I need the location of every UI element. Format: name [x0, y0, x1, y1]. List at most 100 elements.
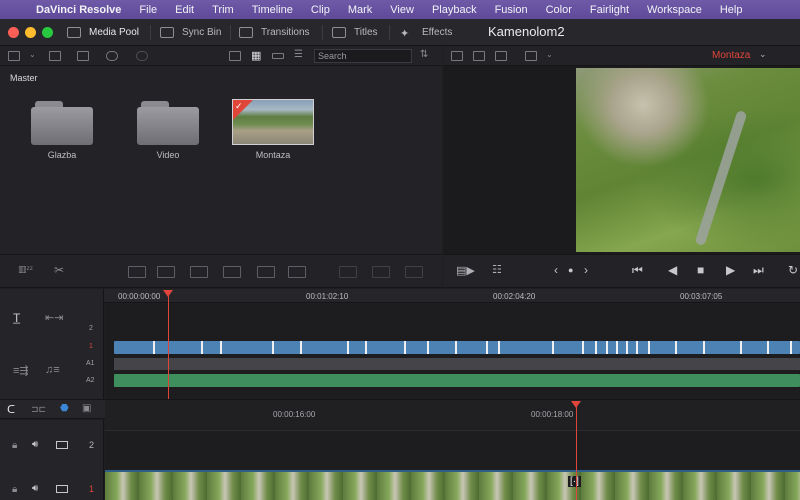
viewer-video-frame[interactable]: [576, 68, 800, 252]
loop-icon[interactable]: ↻: [788, 263, 798, 277]
previous-clip-icon[interactable]: ‹: [554, 263, 558, 277]
settings-sliders-icon[interactable]: ☷: [492, 263, 502, 276]
metadata-view-icon[interactable]: [229, 51, 241, 61]
menu-mark[interactable]: Mark: [339, 4, 381, 16]
insert-clip-icon[interactable]: [128, 266, 146, 278]
speaker-icon[interactable]: 🔊︎: [32, 439, 38, 450]
playhead-handle-icon[interactable]: [163, 290, 173, 297]
thumbnail-view-icon[interactable]: ▦: [251, 49, 261, 62]
place-on-top-icon[interactable]: [257, 266, 275, 278]
menu-color[interactable]: Color: [537, 4, 581, 16]
audio-waveform-icon[interactable]: ♫≡: [45, 364, 60, 376]
chevron-down-icon[interactable]: ⌄: [546, 50, 553, 59]
transitions-button[interactable]: Transitions: [239, 19, 310, 46]
snapping-icon[interactable]: ᑕ: [7, 403, 15, 416]
menu-edit[interactable]: Edit: [166, 4, 203, 16]
scissors-icon[interactable]: ✂: [54, 263, 64, 277]
stop-icon[interactable]: ■: [697, 263, 704, 277]
list-view-icon[interactable]: ☰: [294, 49, 303, 60]
new-bin-icon[interactable]: [49, 51, 61, 61]
track-number: A2: [86, 377, 95, 384]
next-clip-icon[interactable]: ›: [584, 263, 588, 277]
viewer-size-icon[interactable]: [525, 51, 537, 61]
sort-icon[interactable]: ⇅: [420, 49, 428, 60]
lower-track-area[interactable]: [105, 430, 800, 470]
sidebar-toggle-icon[interactable]: [8, 51, 20, 61]
video-clip-strip[interactable]: [114, 341, 800, 354]
play-icon[interactable]: ▶: [726, 263, 735, 277]
menu-timeline[interactable]: Timeline: [243, 4, 302, 16]
dot-icon[interactable]: ●: [568, 265, 573, 275]
timecode-label: 00:00:18:00: [531, 410, 574, 419]
track-video-icon[interactable]: [56, 485, 68, 493]
split-screen-icon[interactable]: [473, 51, 485, 61]
media-pool-button[interactable]: Media Pool: [67, 19, 139, 46]
effects-button[interactable]: ✦ Effects: [400, 19, 452, 46]
upper-playhead[interactable]: [168, 292, 169, 399]
fit-to-fill-icon[interactable]: [223, 266, 241, 278]
menu-help[interactable]: Help: [711, 4, 752, 16]
overwrite-clip-icon[interactable]: [157, 266, 175, 278]
timeline-selector[interactable]: Montaza: [712, 50, 750, 61]
resolve-window: DaVinci Resolve File Edit Trim Timeline …: [0, 0, 800, 500]
empty-track[interactable]: [114, 358, 800, 370]
close-window-button[interactable]: [8, 27, 19, 38]
linked-selection-icon[interactable]: ⊐⊏: [31, 404, 46, 415]
flag-icon[interactable]: ⬣: [60, 403, 69, 414]
menu-playback[interactable]: Playback: [423, 4, 486, 16]
menu-app[interactable]: DaVinci Resolve: [34, 4, 130, 16]
link-icon[interactable]: [136, 51, 148, 61]
new-timeline-icon[interactable]: [77, 51, 89, 61]
lower-playhead[interactable]: [576, 404, 577, 500]
filmstrip-view-icon[interactable]: [272, 53, 284, 59]
replace-clip-icon[interactable]: [190, 266, 208, 278]
speaker-icon[interactable]: 🔊︎: [32, 483, 38, 494]
trim-handle-icon[interactable]: [·]: [568, 476, 581, 487]
menu-fairlight[interactable]: Fairlight: [581, 4, 638, 16]
source-overwrite-icon[interactable]: [405, 266, 423, 278]
marker-icon[interactable]: ▣: [82, 403, 91, 414]
relink-icon[interactable]: [106, 51, 118, 61]
ripple-overwrite-icon[interactable]: [288, 266, 306, 278]
trim-tool-icon[interactable]: ⇤⇥: [45, 311, 63, 324]
folder-icon[interactable]: [137, 101, 199, 145]
media-item-label[interactable]: Glazba: [22, 150, 102, 160]
lower-video-clip[interactable]: [105, 470, 800, 500]
play-reverse-icon[interactable]: ◀: [668, 263, 677, 277]
menu-trim[interactable]: Trim: [203, 4, 243, 16]
viewer-mode-icon[interactable]: [495, 51, 507, 61]
timeline-thumbnail[interactable]: ✓: [232, 99, 314, 145]
audio-track-icon[interactable]: ≡⇶: [13, 364, 29, 377]
waveform-zoom-icon[interactable]: ▥ᶻᶻ: [18, 264, 33, 275]
chevron-down-icon[interactable]: ⌄: [29, 50, 36, 59]
image-wipe-icon[interactable]: [451, 51, 463, 61]
menu-file[interactable]: File: [130, 4, 166, 16]
folder-icon[interactable]: [31, 101, 93, 145]
lock-icon[interactable]: 🔒︎: [12, 440, 17, 451]
zoom-window-button[interactable]: [42, 27, 53, 38]
go-to-start-icon[interactable]: ⏮: [632, 263, 643, 278]
titles-button[interactable]: Titles: [332, 19, 378, 46]
search-input[interactable]: Search: [314, 49, 412, 63]
media-item-label[interactable]: Video: [128, 150, 208, 160]
title-tool-icon[interactable]: T̲: [13, 311, 20, 325]
track-video-icon[interactable]: [56, 441, 68, 449]
minimize-window-button[interactable]: [25, 27, 36, 38]
menu-view[interactable]: View: [381, 4, 423, 16]
menu-clip[interactable]: Clip: [302, 4, 339, 16]
lock-icon[interactable]: 🔒︎: [12, 484, 17, 495]
playhead-handle-icon[interactable]: [571, 401, 581, 408]
chevron-down-icon[interactable]: ⌄: [759, 49, 767, 60]
bin-label[interactable]: Master: [10, 73, 38, 83]
close-up-icon[interactable]: [372, 266, 390, 278]
audio-clip-icon[interactable]: ▤▶: [456, 264, 475, 277]
audio-clip-strip[interactable]: [114, 374, 800, 387]
menu-fusion[interactable]: Fusion: [486, 4, 537, 16]
go-to-end-icon[interactable]: ⏭: [753, 263, 764, 278]
append-icon[interactable]: [339, 266, 357, 278]
sync-bin-button[interactable]: Sync Bin: [160, 19, 221, 46]
media-item-label[interactable]: Montaza: [233, 150, 313, 160]
track-number: 2: [89, 440, 95, 450]
lower-timeline-ruler[interactable]: [105, 400, 800, 429]
menu-workspace[interactable]: Workspace: [638, 4, 711, 16]
